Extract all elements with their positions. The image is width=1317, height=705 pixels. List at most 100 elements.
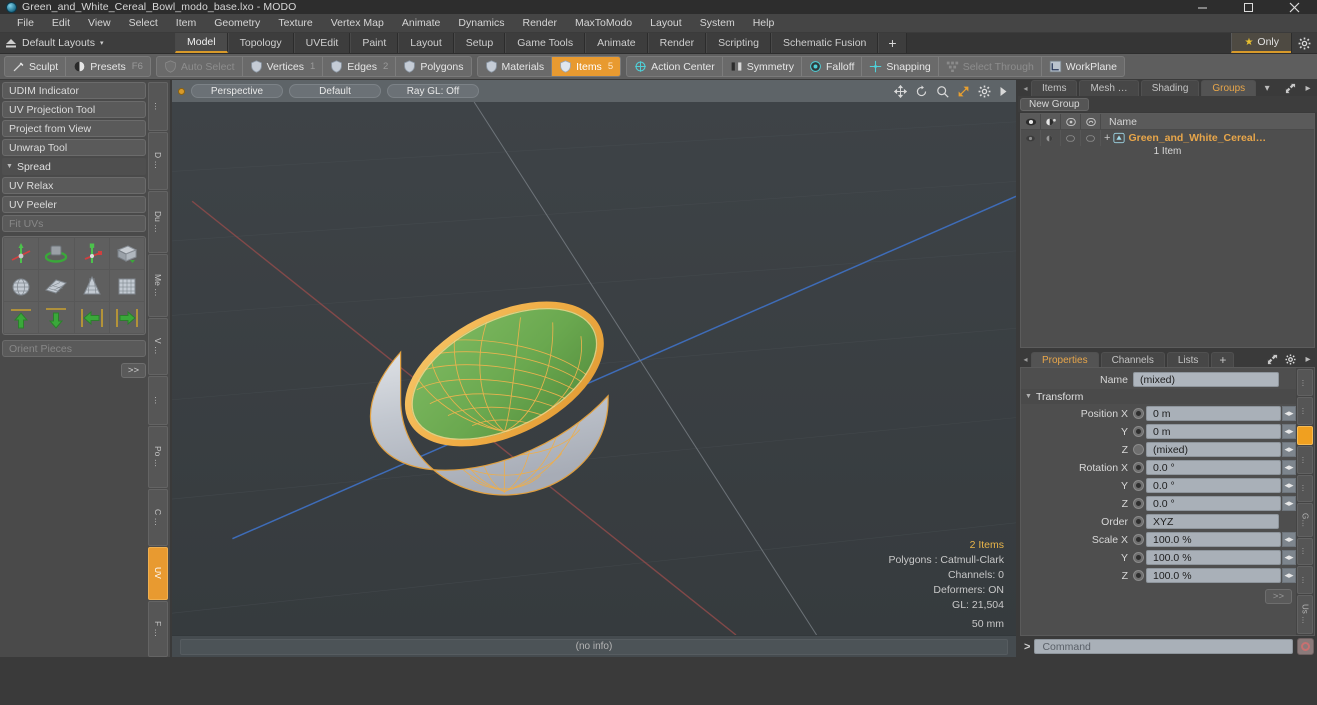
chevron-down-icon[interactable]: ▾ — [1258, 80, 1276, 96]
scale-z-radio[interactable] — [1133, 570, 1144, 581]
menu-item-edit[interactable]: Edit — [43, 14, 79, 33]
orient-pieces-button[interactable]: Orient Pieces — [2, 340, 146, 357]
tab-setup[interactable]: Setup — [453, 33, 506, 53]
pan-icon[interactable] — [894, 84, 907, 98]
order-radio[interactable] — [1133, 516, 1144, 527]
menu-item-vertex-map[interactable]: Vertex Map — [322, 14, 393, 33]
tab-scripting[interactable]: Scripting — [706, 33, 771, 53]
lock-icon[interactable] — [1061, 113, 1081, 130]
uv-plane-map-icon[interactable] — [39, 270, 74, 301]
uv-sphere-map-icon[interactable] — [4, 270, 39, 301]
tab-channels[interactable]: Channels — [1100, 352, 1165, 367]
properties-gear-icon[interactable] — [1281, 352, 1299, 367]
menu-item-view[interactable]: View — [79, 14, 120, 33]
row-ghost-toggle[interactable] — [1081, 130, 1101, 146]
uv-rotate-icon[interactable] — [39, 238, 74, 269]
tab-lists[interactable]: Lists — [1166, 352, 1210, 367]
properties-vtab-7[interactable]: … — [1297, 566, 1313, 594]
scale-y-radio[interactable] — [1133, 552, 1144, 563]
menu-item-maxtomodo[interactable]: MaxToModo — [566, 14, 641, 33]
close-icon[interactable] — [1271, 0, 1317, 14]
spread-section-header[interactable]: ▼ Spread — [2, 158, 146, 175]
position-y-input[interactable]: 0 m — [1146, 424, 1281, 439]
tab-game-tools[interactable]: Game Tools — [505, 33, 586, 53]
tab-render[interactable]: Render — [647, 33, 707, 53]
position-z-stepper[interactable]: ◂▸ — [1282, 442, 1296, 457]
vertices-button[interactable]: Vertices 1 — [243, 57, 324, 76]
minimize-icon[interactable] — [1179, 0, 1225, 14]
action-center-button[interactable]: Action Center — [627, 57, 723, 76]
presets-button[interactable]: Presets F6 — [66, 57, 150, 76]
rotation-y-radio[interactable] — [1133, 480, 1144, 491]
add-properties-tab-button[interactable]: + — [1211, 352, 1235, 367]
render-icon[interactable] — [1041, 113, 1061, 130]
properties-expand-icon[interactable] — [1263, 352, 1281, 367]
position-x-input[interactable]: 0 m — [1146, 406, 1281, 421]
left-vtab-2[interactable]: Du … — [148, 190, 168, 253]
viewport-3d-canvas[interactable]: Y X 2 Items Polygons : Catmull-Clark Cha… — [172, 102, 1016, 635]
uv-flip-cube-icon[interactable] — [109, 238, 144, 269]
falloff-button[interactable]: Falloff — [802, 57, 863, 76]
uv-projection-tool-button[interactable]: UV Projection Tool — [2, 101, 146, 118]
project-from-view-button[interactable]: Project from View — [2, 120, 146, 137]
properties-vtab-5[interactable]: G… — [1297, 503, 1313, 537]
tab-topology[interactable]: Topology — [227, 33, 294, 53]
left-panel-more[interactable]: >> — [2, 362, 146, 378]
left-vtab-uv[interactable]: UV — [148, 547, 168, 600]
uv-cone-map-icon[interactable] — [74, 270, 109, 301]
groups-tree-row-body[interactable]: + Green_and_White_Cereal… — [1101, 132, 1314, 144]
scale-y-stepper[interactable]: ◂▸ — [1282, 550, 1296, 565]
select-through-button[interactable]: Select Through — [939, 57, 1042, 76]
menu-item-geometry[interactable]: Geometry — [205, 14, 269, 33]
left-vtab-9[interactable]: F … — [148, 600, 168, 658]
expand-icon[interactable] — [1281, 80, 1299, 96]
eject-icon[interactable] — [0, 38, 22, 49]
scale-z-stepper[interactable]: ◂▸ — [1282, 568, 1296, 583]
align-up-icon[interactable] — [4, 302, 39, 333]
rotation-x-radio[interactable] — [1133, 462, 1144, 473]
layout-selector[interactable]: Default Layouts ▾ — [0, 33, 175, 53]
properties-vtab-6[interactable]: … — [1297, 537, 1313, 566]
tab-uvedit[interactable]: UVEdit — [293, 33, 351, 53]
gear-icon[interactable] — [978, 85, 991, 98]
properties-vtab-active[interactable] — [1297, 425, 1313, 446]
left-vtab-1[interactable]: D … — [148, 132, 168, 190]
row-eye-toggle[interactable] — [1021, 130, 1041, 146]
properties-vtab-1[interactable]: … — [1297, 397, 1313, 425]
left-vtab-7[interactable]: C … — [148, 488, 168, 547]
rotate-icon[interactable] — [915, 84, 928, 98]
position-x-stepper[interactable]: ◂▸ — [1282, 406, 1296, 421]
viewport-raygl-selector[interactable]: Ray GL: Off — [387, 84, 479, 98]
menu-item-file[interactable]: File — [8, 14, 43, 33]
play-icon[interactable] — [999, 86, 1008, 97]
position-z-radio[interactable] — [1133, 444, 1144, 455]
tab-groups[interactable]: Groups — [1201, 80, 1257, 96]
menu-item-help[interactable]: Help — [744, 14, 784, 33]
ghost-icon[interactable] — [1081, 113, 1101, 130]
rotation-z-stepper[interactable]: ◂▸ — [1282, 496, 1296, 511]
udim-indicator-button[interactable]: UDIM Indicator — [2, 82, 146, 99]
left-vtab-0[interactable]: … — [148, 82, 168, 131]
viewport-style-selector[interactable]: Default — [289, 84, 381, 98]
properties-vtab-3[interactable]: … — [1297, 446, 1313, 474]
tab-properties[interactable]: Properties — [1031, 352, 1099, 367]
tab-model[interactable]: Model — [175, 33, 228, 53]
menu-item-layout[interactable]: Layout — [641, 14, 691, 33]
record-icon[interactable] — [1297, 638, 1314, 655]
position-x-radio[interactable] — [1133, 408, 1144, 419]
edges-button[interactable]: Edges 2 — [323, 57, 397, 76]
layout-gear-icon[interactable] — [1291, 33, 1317, 53]
position-y-stepper[interactable]: ◂▸ — [1282, 424, 1296, 439]
sculpt-button[interactable]: Sculpt — [5, 57, 67, 76]
snapping-button[interactable]: Snapping — [862, 57, 939, 76]
left-vtab-5[interactable]: … — [148, 375, 168, 425]
add-tab-button[interactable]: + — [878, 33, 907, 53]
position-y-radio[interactable] — [1133, 426, 1144, 437]
new-group-button[interactable]: New Group — [1020, 97, 1089, 111]
properties-vtab-4[interactable]: … — [1297, 474, 1313, 503]
uv-peeler-button[interactable]: UV Peeler — [2, 196, 146, 213]
tab-paint[interactable]: Paint — [350, 33, 399, 53]
tab-items[interactable]: Items — [1031, 80, 1078, 96]
menu-item-animate[interactable]: Animate — [393, 14, 450, 33]
scale-x-stepper[interactable]: ◂▸ — [1282, 532, 1296, 547]
